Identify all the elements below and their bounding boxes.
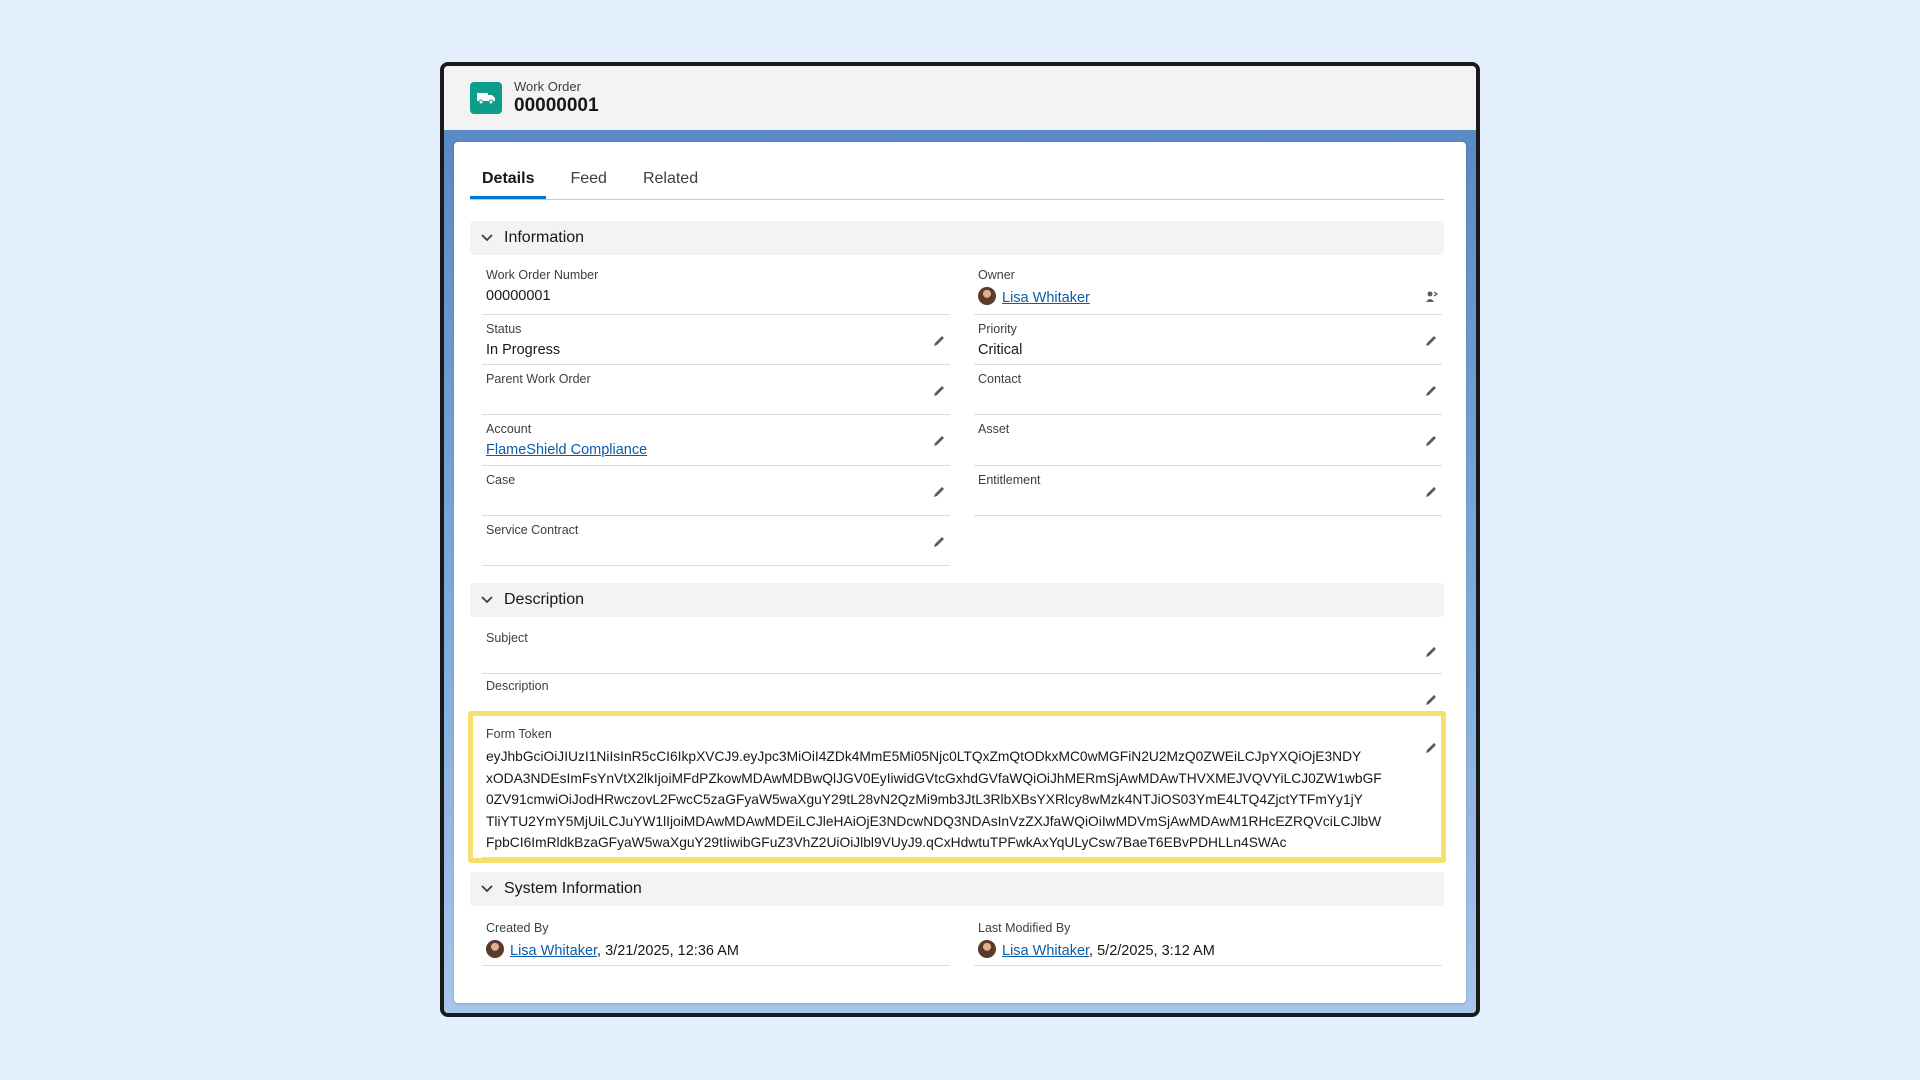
object-type-label: Work Order <box>514 79 581 94</box>
form-token-value: eyJhbGciOiJIUzI1NiIsInR5cCI6IkpXVCJ9.eyJ… <box>486 749 1382 850</box>
edit-status-pencil-icon[interactable] <box>932 334 946 348</box>
field-case: Case <box>482 473 950 516</box>
edit-asset-pencil-icon[interactable] <box>1424 434 1438 448</box>
tab-related[interactable]: Related <box>631 160 710 199</box>
van-icon <box>470 82 502 114</box>
field-description: Description <box>482 679 1442 714</box>
chevron-down-icon <box>481 234 493 242</box>
tab-feed[interactable]: Feed <box>558 160 618 199</box>
field-status: Status In Progress <box>482 322 950 365</box>
field-account: Account FlameShield Compliance <box>482 422 950 466</box>
field-created-by: Created By Lisa Whitaker, 3/21/2025, 12:… <box>482 921 950 966</box>
avatar <box>978 940 996 958</box>
tab-bar: Details Feed Related <box>470 160 1444 200</box>
account-link[interactable]: FlameShield Compliance <box>486 442 647 458</box>
app-window: Work Order 00000001 Details Feed Related… <box>440 62 1480 1017</box>
created-date: , 3/21/2025, 12:36 AM <box>597 943 739 959</box>
section-information-header[interactable]: Information <box>470 221 1444 255</box>
tab-details[interactable]: Details <box>470 160 547 199</box>
chevron-down-icon <box>481 596 493 604</box>
field-owner: Owner Lisa Whitaker <box>974 268 1442 315</box>
edit-priority-pencil-icon[interactable] <box>1424 334 1438 348</box>
section-information-title: Information <box>504 229 585 246</box>
change-owner-icon[interactable] <box>1424 290 1438 304</box>
edit-contact-pencil-icon[interactable] <box>1424 384 1438 398</box>
field-priority: Priority Critical <box>974 322 1442 365</box>
edit-parent-work-order-pencil-icon[interactable] <box>932 384 946 398</box>
section-system-information-header[interactable]: System Information <box>470 872 1444 906</box>
created-by-link[interactable]: Lisa Whitaker <box>510 943 597 959</box>
avatar <box>978 287 996 305</box>
field-subject: Subject <box>482 631 1442 674</box>
field-service-contract: Service Contract <box>482 523 950 566</box>
section-system-information-title: System Information <box>504 880 642 897</box>
last-modified-by-link[interactable]: Lisa Whitaker <box>1002 943 1089 959</box>
section-description-title: Description <box>504 591 585 608</box>
field-last-modified-by: Last Modified By Lisa Whitaker, 5/2/2025… <box>974 921 1442 966</box>
edit-entitlement-pencil-icon[interactable] <box>1424 485 1438 499</box>
field-asset: Asset <box>974 422 1442 466</box>
chevron-down-icon <box>481 885 493 893</box>
field-entitlement: Entitlement <box>974 473 1442 516</box>
edit-subject-pencil-icon[interactable] <box>1424 645 1438 659</box>
edit-form-token-pencil-icon[interactable] <box>1424 741 1438 755</box>
record-header: Work Order 00000001 <box>444 66 1476 130</box>
owner-link[interactable]: Lisa Whitaker <box>1002 290 1090 306</box>
record-title: 00000001 <box>514 95 599 116</box>
record-detail-card: Details Feed Related Information Work Or… <box>454 142 1466 1003</box>
field-work-order-number: Work Order Number 00000001 <box>482 268 950 315</box>
edit-account-pencil-icon[interactable] <box>932 434 946 448</box>
avatar <box>486 940 504 958</box>
last-modified-date: , 5/2/2025, 3:12 AM <box>1089 943 1215 959</box>
edit-case-pencil-icon[interactable] <box>932 485 946 499</box>
edit-description-pencil-icon[interactable] <box>1424 693 1438 707</box>
field-form-token: Form Token eyJhbGciOiJIUzI1NiIsInR5cCI6I… <box>482 727 1442 858</box>
section-description-header[interactable]: Description <box>470 583 1444 617</box>
field-contact: Contact <box>974 372 1442 415</box>
edit-service-contract-pencil-icon[interactable] <box>932 535 946 549</box>
field-parent-work-order: Parent Work Order <box>482 372 950 415</box>
